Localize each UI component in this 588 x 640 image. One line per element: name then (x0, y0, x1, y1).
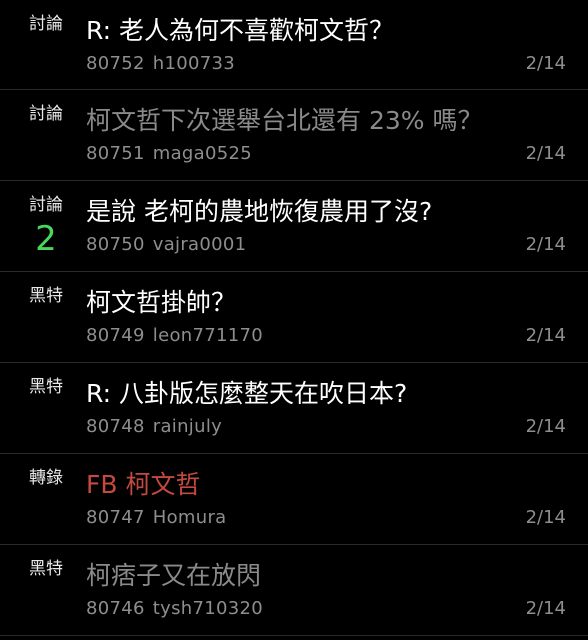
post-meta: 80748 rainjuly (86, 416, 222, 438)
post-meta: 80751 maga0525 (86, 143, 252, 165)
post-meta: 80750 vajra0001 (86, 234, 246, 256)
post-category: 黑特 (29, 286, 63, 306)
post-id: 80750 (86, 234, 145, 255)
post-id: 80749 (86, 325, 145, 346)
post-date: 2/14 (525, 598, 566, 619)
post-row[interactable]: 轉錄 FB 柯文哲 80747 Homura 2/14 (0, 454, 588, 545)
post-title[interactable]: 柯文哲下次選舉台北還有 23% 嗎？ (86, 104, 568, 138)
post-category: 討論 (29, 195, 63, 215)
post-category: 黑特 (29, 377, 63, 397)
post-row[interactable]: 討論 柯文哲下次選舉台北還有 23% 嗎？ 80751 maga0525 2/14 (0, 90, 588, 181)
post-title[interactable]: R: 八卦版怎麼整天在吹日本? (86, 377, 568, 411)
post-author: Homura (152, 507, 227, 528)
post-title[interactable]: 柯痞子又在放閃 (86, 559, 568, 593)
post-title[interactable]: 是說 老柯的農地恢復農用了沒? (86, 195, 568, 229)
post-author: maga0525 (152, 143, 252, 164)
post-meta: 80749 leon771170 (86, 325, 263, 347)
post-id: 80752 (86, 53, 145, 74)
post-row[interactable]: 黑特 柯文哲掛帥？ 80749 leon771170 2/14 (0, 272, 588, 363)
post-id: 80748 (86, 416, 145, 437)
post-author: vajra0001 (152, 234, 247, 255)
post-date: 2/14 (525, 325, 566, 346)
post-author: tysh710320 (152, 598, 263, 619)
post-category: 討論 (29, 104, 63, 124)
post-title[interactable]: FB 柯文哲 (86, 468, 568, 502)
post-author: rainjuly (152, 416, 223, 437)
post-list: 討論 R: 老人為何不喜歡柯文哲？ 80752 h100733 2/14 討論 柯… (0, 0, 588, 636)
post-category: 轉錄 (29, 468, 63, 488)
post-title[interactable]: R: 老人為何不喜歡柯文哲？ (86, 14, 568, 48)
post-row[interactable]: 討論 R: 老人為何不喜歡柯文哲？ 80752 h100733 2/14 (0, 0, 588, 90)
post-date: 2/14 (525, 507, 566, 528)
post-date: 2/14 (525, 143, 566, 164)
post-id: 80751 (86, 143, 145, 164)
post-meta: 80747 Homura (86, 507, 227, 529)
post-meta: 80752 h100733 (86, 53, 235, 75)
post-author: h100733 (152, 53, 235, 74)
post-category: 討論 (29, 14, 63, 34)
post-date: 2/14 (525, 416, 566, 437)
post-row[interactable]: 黑特 柯痞子又在放閃 80746 tysh710320 2/14 (0, 545, 588, 636)
post-title[interactable]: 柯文哲掛帥？ (86, 286, 568, 320)
post-row[interactable]: 討論 2 是說 老柯的農地恢復農用了沒? 80750 vajra0001 2/14 (0, 181, 588, 272)
post-id: 80747 (86, 507, 145, 528)
push-count: 2 (35, 219, 57, 259)
post-meta: 80746 tysh710320 (86, 598, 263, 620)
post-date: 2/14 (525, 234, 566, 255)
post-category: 黑特 (29, 559, 63, 579)
post-date: 2/14 (525, 53, 566, 74)
post-author: leon771170 (152, 325, 263, 346)
post-row[interactable]: 黑特 R: 八卦版怎麼整天在吹日本? 80748 rainjuly 2/14 (0, 363, 588, 454)
post-id: 80746 (86, 598, 145, 619)
